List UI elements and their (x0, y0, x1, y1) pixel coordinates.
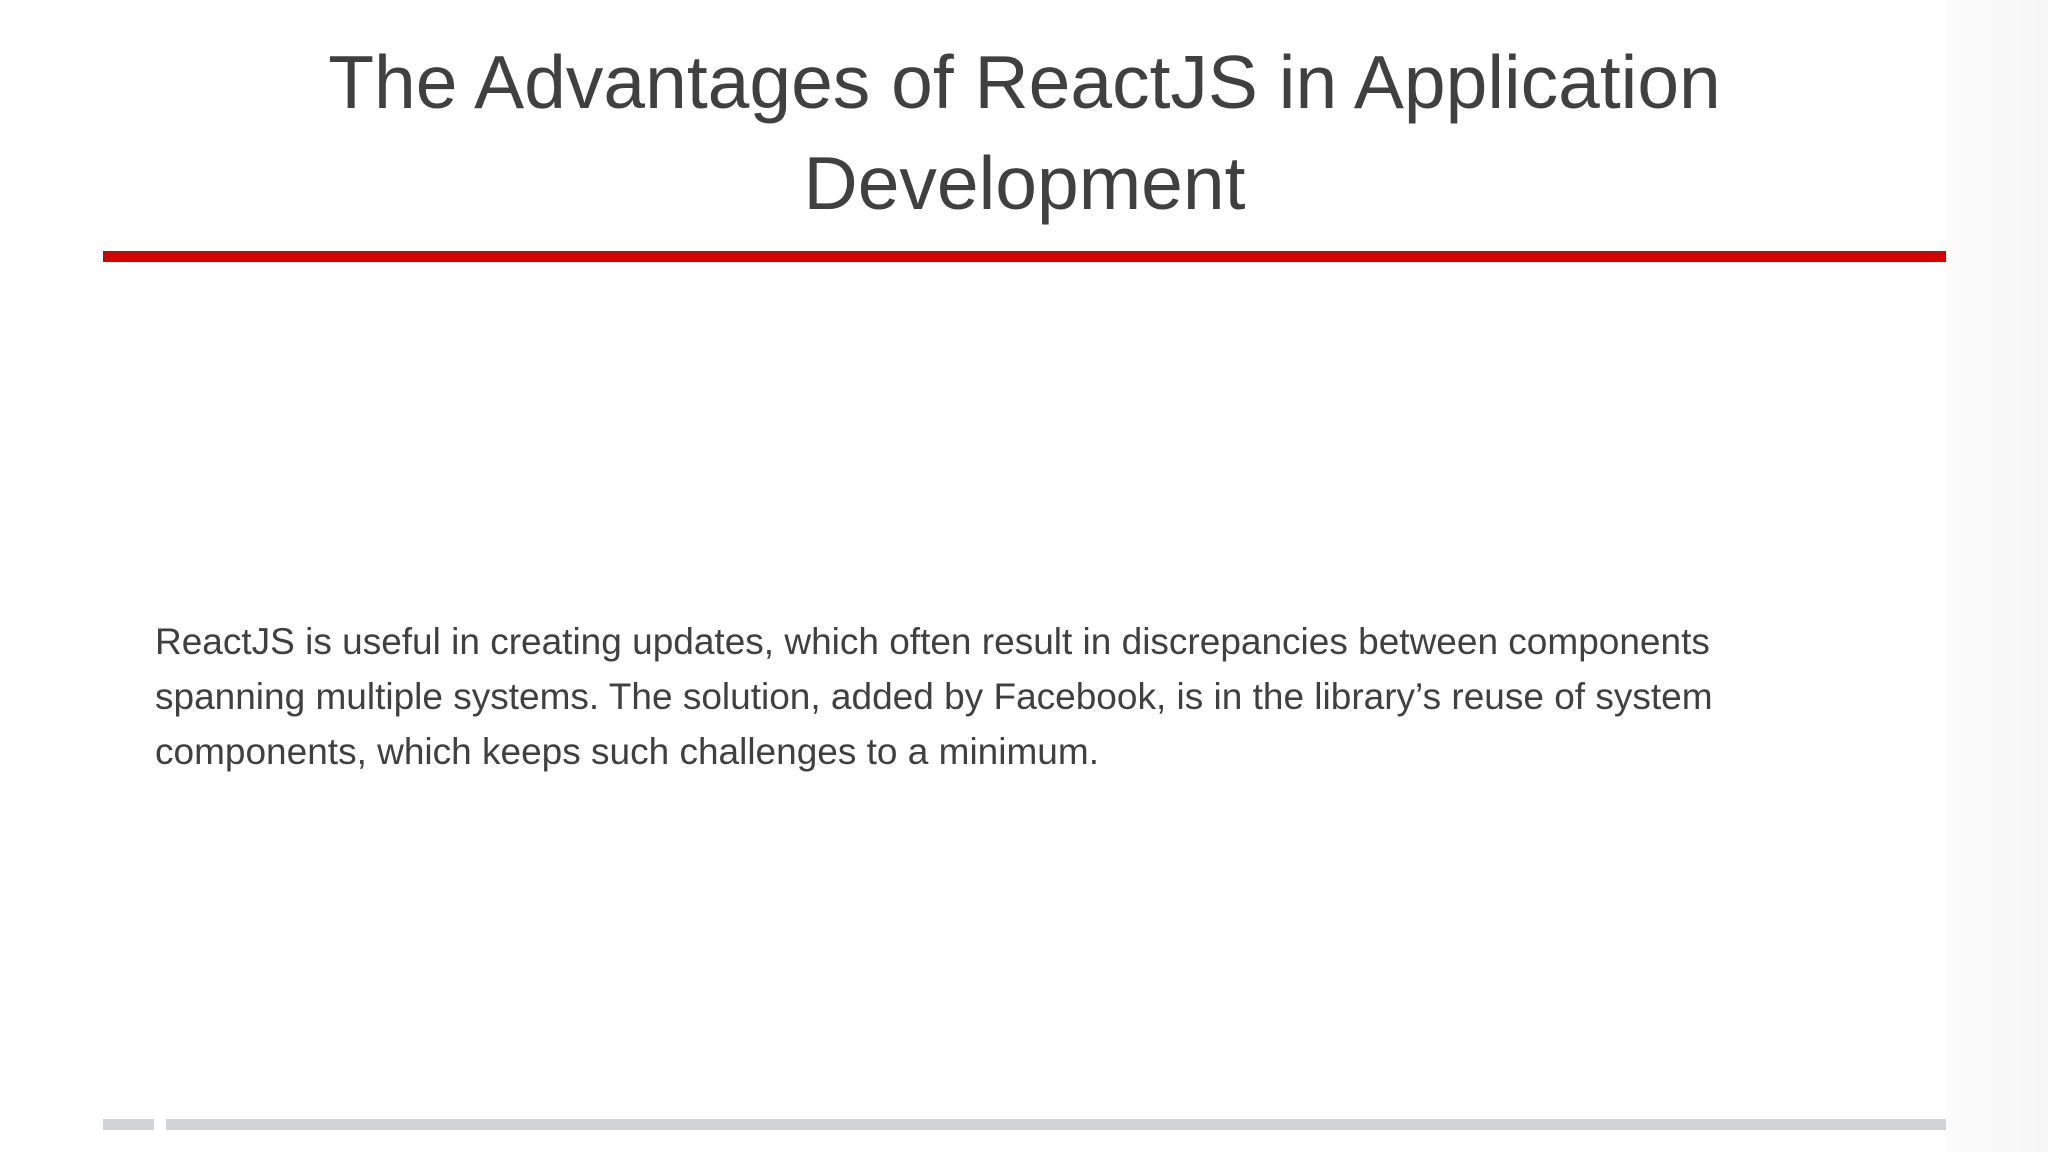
right-edge-shade (1946, 0, 2048, 1152)
footer-bar-short (103, 1119, 154, 1130)
slide-title: The Advantages of ReactJS in Application… (328, 40, 1721, 225)
title-underline-rule (103, 251, 1946, 262)
footer-bar-long (166, 1119, 1946, 1130)
slide-body-text: ReactJS is useful in creating updates, w… (155, 621, 1713, 772)
slide: The Advantages of ReactJS in Application… (0, 0, 2048, 1152)
